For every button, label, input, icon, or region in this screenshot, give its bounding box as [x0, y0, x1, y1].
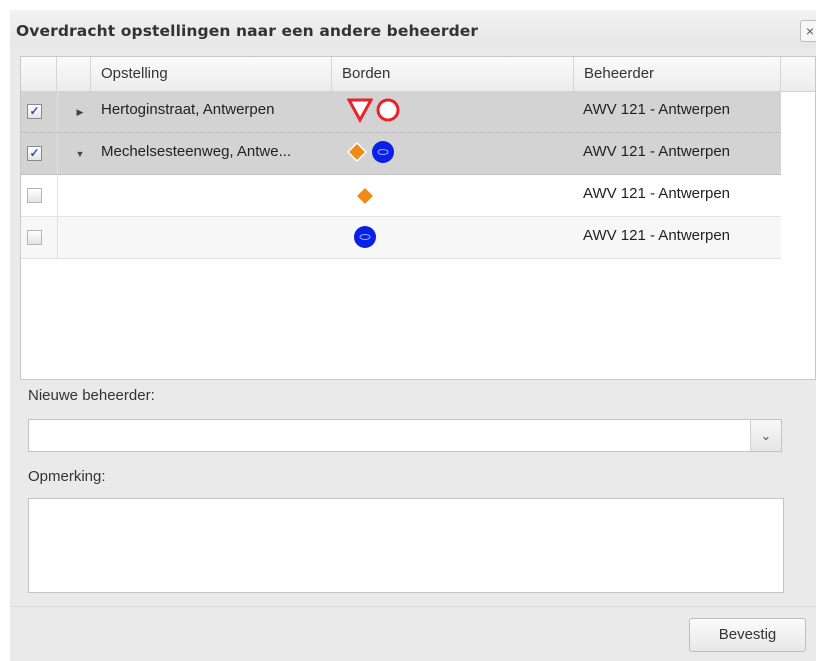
expand-arrow-icon[interactable]: ▶: [73, 91, 87, 133]
column-header-filler: [781, 57, 815, 91]
chevron-down-icon[interactable]: ⌄: [750, 420, 781, 451]
circle-blue-sign-icon: [354, 226, 376, 248]
opstellingen-grid: Opstelling Borden Beheerder ✓ ▶ Hertogin…: [20, 56, 816, 380]
collapse-arrow-icon[interactable]: ▼: [73, 133, 87, 175]
row-checkbox[interactable]: [27, 230, 42, 245]
dialog-titlebar: Overdracht opstellingen naar een andere …: [10, 10, 816, 48]
diamond-orange-sign-icon: [355, 186, 375, 206]
row-checkbox[interactable]: ✓: [27, 104, 42, 119]
diamond-orange-sign-icon: [347, 142, 367, 162]
row-checkbox[interactable]: [27, 188, 42, 203]
confirm-button[interactable]: Bevestig: [689, 618, 806, 652]
remark-textarea[interactable]: [28, 498, 784, 593]
table-row[interactable]: AWV 121 - Antwerpen: [21, 217, 781, 259]
table-row[interactable]: AWV 121 - Antwerpen: [21, 175, 781, 217]
dialog-title: Overdracht opstellingen naar een andere …: [16, 22, 479, 40]
beheerder-cell: AWV 121 - Antwerpen: [583, 101, 731, 118]
circle-blue-sign-icon: [372, 141, 394, 163]
remark-label: Opmerking:: [28, 468, 106, 485]
column-header-borden[interactable]: Borden: [332, 57, 574, 91]
row-select-cell: [21, 217, 58, 258]
table-row[interactable]: ✓ ▶ Hertoginstraat, Antwerpen AWV 121 - …: [21, 91, 781, 133]
row-select-cell: [21, 175, 58, 216]
beheerder-cell: AWV 121 - Antwerpen: [583, 143, 731, 160]
column-header-opstelling[interactable]: Opstelling: [91, 57, 332, 91]
row-select-cell: ✓: [21, 91, 58, 132]
row-select-cell: ✓: [21, 133, 58, 174]
beheerder-cell: AWV 121 - Antwerpen: [583, 227, 731, 244]
circle-red-sign-icon: [376, 98, 400, 122]
beheerder-cell: AWV 121 - Antwerpen: [583, 185, 731, 202]
table-row[interactable]: ✓ ▼ Mechelsesteenweg, Antwe... AWV 121 -…: [21, 133, 781, 175]
opstelling-cell: Mechelsesteenweg, Antwe...: [101, 143, 292, 160]
close-button[interactable]: ×: [800, 20, 816, 42]
new-manager-label: Nieuwe beheerder:: [28, 387, 155, 404]
footer-divider: [10, 606, 816, 607]
opstelling-cell: Hertoginstraat, Antwerpen: [101, 101, 275, 118]
grid-header: Opstelling Borden Beheerder: [21, 57, 815, 92]
column-header-beheerder[interactable]: Beheerder: [574, 57, 781, 91]
transfer-dialog: Overdracht opstellingen naar een andere …: [10, 10, 816, 661]
column-header-select[interactable]: [21, 57, 57, 91]
new-manager-combobox[interactable]: ⌄: [28, 419, 782, 452]
row-checkbox[interactable]: ✓: [27, 146, 42, 161]
triangle-red-sign-icon: [347, 98, 373, 123]
column-header-expand[interactable]: [57, 57, 91, 91]
